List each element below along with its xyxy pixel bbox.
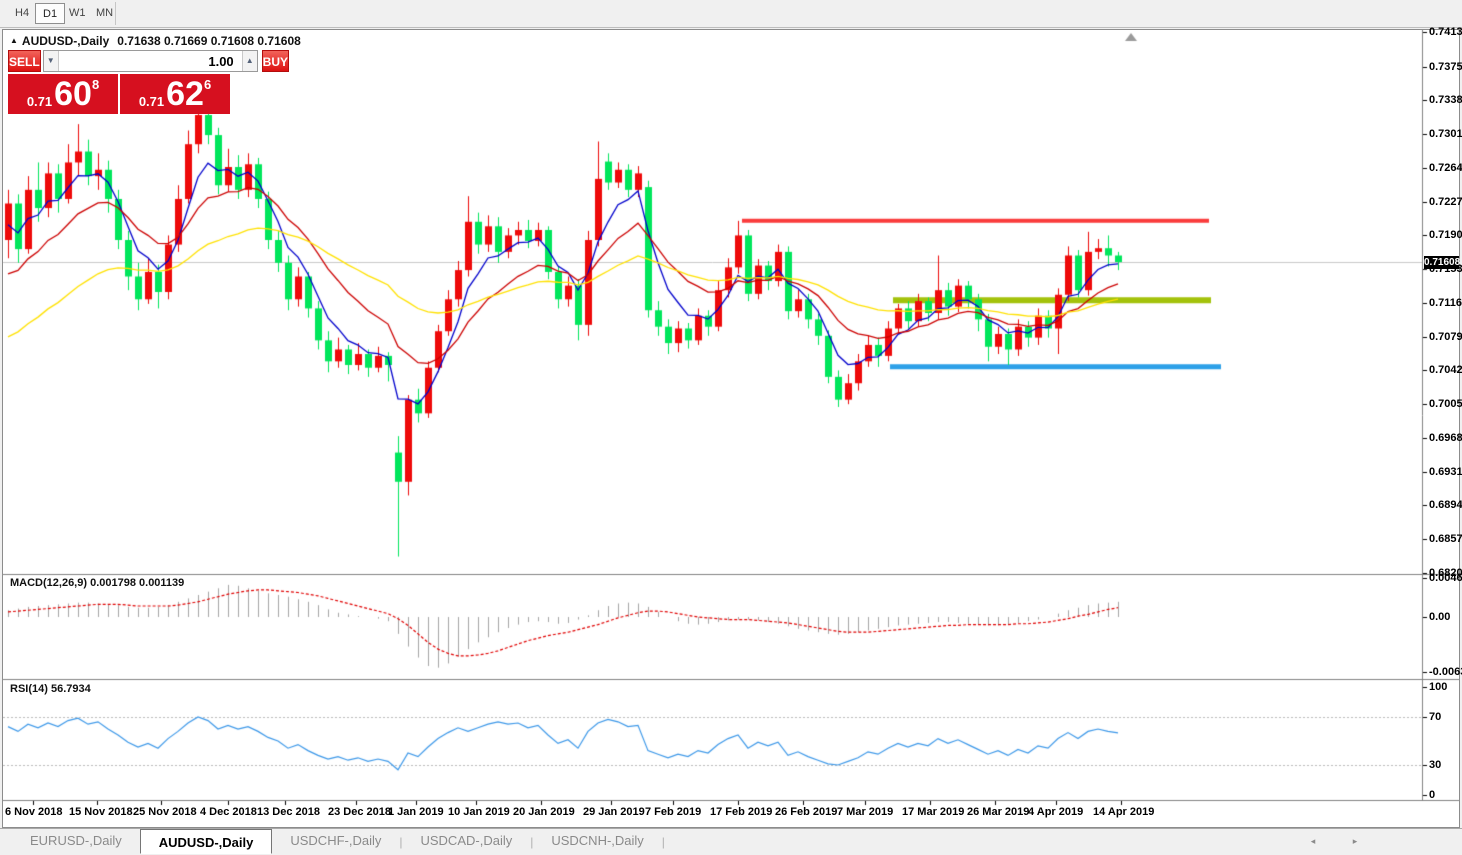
scroll-right-icon[interactable]: ▸ — [1348, 835, 1362, 848]
rsi-axis-label: 0 — [1429, 789, 1435, 801]
price-axis-label: 0.70790 — [1429, 331, 1462, 343]
rsi-axis-label: 100 — [1429, 681, 1447, 693]
timeframe-button-w1[interactable]: W1 — [62, 3, 93, 24]
sell-price-box[interactable]: 0.71 60 8 — [8, 74, 118, 114]
price-axis-label: 0.72270 — [1429, 196, 1462, 208]
buy-button[interactable]: BUY — [262, 50, 289, 72]
buy-price-pip: 6 — [204, 77, 211, 114]
rsi-axis-label: 30 — [1429, 759, 1441, 771]
price-axis-label: 0.73750 — [1429, 61, 1462, 73]
buy-price-box[interactable]: 0.71 62 6 — [120, 74, 230, 114]
current-price-tag: 0.71608 — [1424, 256, 1459, 269]
price-axis-label: 0.73380 — [1429, 94, 1462, 106]
symbol-tab-usdcnh-daily[interactable]: USDCNH-,Daily — [533, 829, 661, 854]
date-label: 25 Nov 2018 — [133, 806, 197, 818]
toolbar-separator — [115, 2, 116, 25]
macd-axis-label: 0.004694 — [1429, 572, 1462, 584]
timeframe-button-d1[interactable]: D1 — [35, 3, 65, 24]
symbol-tab-eurusd-daily[interactable]: EURUSD-,Daily — [12, 829, 140, 854]
date-label: 1 Jan 2019 — [388, 806, 444, 818]
chart-symbol-label: AUDUSD-,Daily — [22, 34, 109, 48]
sell-button[interactable]: SELL — [8, 50, 41, 72]
volume-decrease-icon[interactable]: ▼ — [44, 51, 59, 71]
date-label: 29 Jan 2019 — [583, 806, 645, 818]
price-axis-label: 0.74130 — [1429, 26, 1462, 38]
one-click-trading-panel: SELL ▼ ▲ BUY 0.71 60 8 0.71 62 6 — [8, 50, 230, 114]
sell-price-big: 60 — [54, 74, 92, 114]
date-label: 23 Dec 2018 — [328, 806, 391, 818]
price-axis-label: 0.72640 — [1429, 162, 1462, 174]
macd-indicator-label: MACD(12,26,9) 0.001798 0.001139 — [10, 577, 184, 589]
price-axis-label: 0.71900 — [1429, 229, 1462, 241]
date-label: 13 Dec 2018 — [257, 806, 320, 818]
date-label: 10 Jan 2019 — [448, 806, 510, 818]
timeframe-button-h4[interactable]: H4 — [8, 3, 36, 24]
rsi-axis-label: 70 — [1429, 711, 1441, 723]
date-label: 17 Feb 2019 — [710, 806, 772, 818]
date-label: 17 Mar 2019 — [902, 806, 964, 818]
chart-window: ▲ AUDUSD-,Daily 0.71638 0.71669 0.71608 0.… — [2, 29, 1460, 828]
price-axis-label: 0.71160 — [1429, 297, 1462, 309]
collapse-triangle-icon[interactable]: ▲ — [10, 36, 18, 45]
date-label: 14 Apr 2019 — [1093, 806, 1154, 818]
scroll-left-icon[interactable]: ◂ — [1306, 835, 1320, 848]
price-axis-label: 0.73010 — [1429, 128, 1462, 140]
date-label: 6 Nov 2018 — [5, 806, 62, 818]
date-label: 4 Dec 2018 — [200, 806, 257, 818]
date-label: 26 Feb 2019 — [775, 806, 837, 818]
buy-price-big: 62 — [166, 74, 204, 114]
sell-price-prefix: 0.71 — [27, 94, 52, 109]
volume-stepper: ▼ ▲ — [43, 50, 258, 72]
symbol-tab-audusd-daily[interactable]: AUDUSD-,Daily — [140, 829, 273, 854]
chart-canvas[interactable] — [3, 30, 1459, 827]
macd-axis-label: 0.00 — [1429, 611, 1450, 623]
chart-ohlc-quote: 0.71638 0.71669 0.71608 0.71608 — [117, 34, 301, 48]
tab-separator: | — [662, 835, 665, 849]
date-label: 4 Apr 2019 — [1028, 806, 1083, 818]
volume-input[interactable] — [59, 51, 242, 71]
symbol-tab-usdchf-daily[interactable]: USDCHF-,Daily — [272, 829, 399, 854]
price-axis-label: 0.70050 — [1429, 398, 1462, 410]
date-label: 7 Feb 2019 — [645, 806, 701, 818]
volume-increase-icon[interactable]: ▲ — [242, 51, 257, 71]
sell-price-pip: 8 — [92, 77, 99, 114]
date-label: 7 Mar 2019 — [837, 806, 893, 818]
date-label: 15 Nov 2018 — [69, 806, 133, 818]
price-axis-label: 0.68570 — [1429, 533, 1462, 545]
macd-axis-label: -0.00639 — [1429, 666, 1462, 678]
price-axis-label: 0.70420 — [1429, 364, 1462, 376]
chart-header: ▲ AUDUSD-,Daily 0.71638 0.71669 0.71608 0.… — [10, 34, 301, 48]
symbol-tab-usdcad-daily[interactable]: USDCAD-,Daily — [402, 829, 530, 854]
price-axis-label: 0.69310 — [1429, 466, 1462, 478]
buy-price-prefix: 0.71 — [139, 94, 164, 109]
rsi-indicator-label: RSI(14) 56.7934 — [10, 683, 91, 695]
date-label: 26 Mar 2019 — [967, 806, 1029, 818]
price-axis-label: 0.68940 — [1429, 499, 1462, 511]
symbol-tabstrip: EURUSD-,DailyAUDUSD-,DailyUSDCHF-,Daily |… — [0, 828, 1462, 853]
timeframe-toolbar: H4D1W1MN — [0, 0, 1462, 28]
price-axis-label: 0.69680 — [1429, 432, 1462, 444]
date-label: 20 Jan 2019 — [513, 806, 575, 818]
